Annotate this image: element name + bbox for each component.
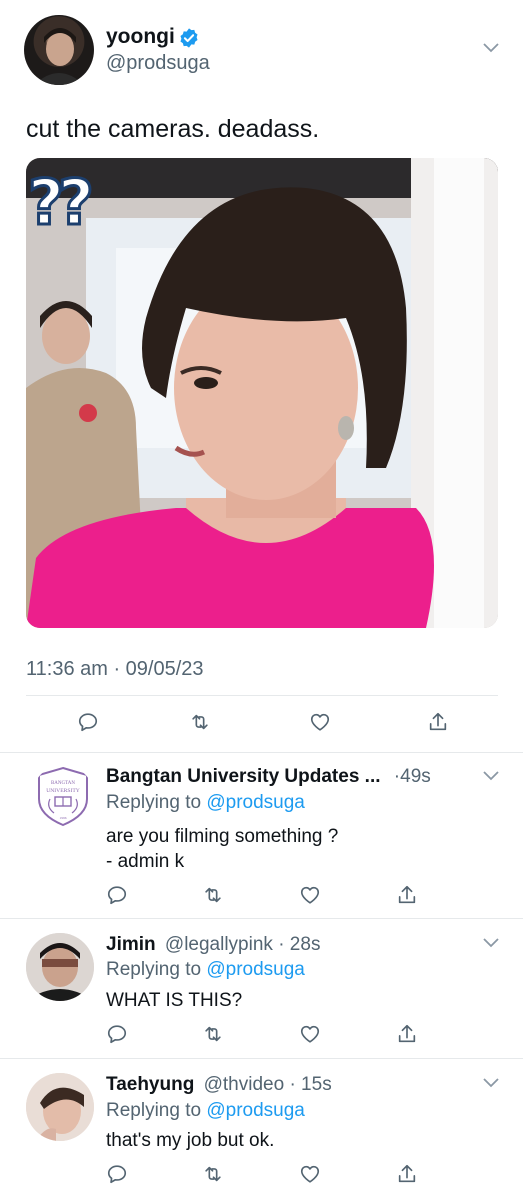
- reply-button[interactable]: [106, 884, 128, 906]
- share-button[interactable]: [396, 884, 418, 906]
- like-button[interactable]: [299, 884, 321, 906]
- author-handle[interactable]: @prodsuga: [106, 51, 210, 75]
- like-icon: [300, 1165, 320, 1183]
- share-icon: [398, 1024, 416, 1043]
- reply-author-name[interactable]: Taehyung: [106, 1074, 194, 1095]
- retweet-button[interactable]: [202, 1023, 224, 1045]
- verified-badge-icon: [180, 28, 198, 48]
- replying-to-label: Replying to: [106, 1100, 202, 1121]
- image-overlay-question-marks: ??: [27, 166, 96, 239]
- university-seal-logo: BANGTAN UNIVERSITY 1996: [38, 766, 88, 827]
- divider: [0, 1058, 523, 1059]
- replying-to-label: Replying to: [106, 959, 202, 980]
- share-button[interactable]: [396, 1163, 418, 1185]
- retweet-button[interactable]: [202, 884, 224, 906]
- reply-button[interactable]: [106, 1023, 128, 1045]
- reply-icon: [78, 713, 98, 732]
- replying-to-line: Replying to @prodsuga: [106, 791, 305, 814]
- reply-author-handle[interactable]: @legallypink: [165, 934, 273, 955]
- reply-time[interactable]: · 15s: [289, 1074, 331, 1095]
- like-button[interactable]: [299, 1163, 321, 1185]
- share-icon: [429, 712, 447, 731]
- retweet-icon: [205, 1166, 221, 1182]
- reply-avatar-photo: [26, 933, 94, 1001]
- like-icon: [300, 1025, 320, 1043]
- chevron-down-icon[interactable]: [483, 43, 499, 53]
- author-avatar[interactable]: [24, 15, 94, 85]
- tweet-text: cut the cameras. deadass.: [26, 115, 320, 143]
- retweet-button[interactable]: [202, 1163, 224, 1185]
- reply-time[interactable]: · 28s: [278, 934, 320, 955]
- author-avatar-photo: [34, 28, 84, 85]
- replying-to-line: Replying to @prodsuga: [106, 958, 305, 981]
- tweet-image[interactable]: ??: [26, 158, 498, 628]
- reply-text-line: WHAT IS THIS?: [106, 990, 243, 1011]
- like-button[interactable]: [299, 1023, 321, 1045]
- like-button[interactable]: [309, 711, 331, 733]
- reply-button[interactable]: [77, 711, 99, 733]
- replying-to-handle[interactable]: @prodsuga: [206, 1100, 305, 1121]
- reply-header: Bangtan University Updates ... ·49s: [106, 765, 431, 788]
- chevron-down-icon[interactable]: [483, 1078, 499, 1088]
- reply-avatar-bangtan-university[interactable]: BANGTAN UNIVERSITY 1996: [32, 765, 94, 827]
- reply-avatar-jimin[interactable]: [26, 933, 94, 1001]
- share-icon: [398, 1164, 416, 1183]
- reply-text-line: that's my job but ok.: [106, 1130, 275, 1151]
- replying-to-handle[interactable]: @prodsuga: [206, 959, 305, 980]
- chevron-down-icon[interactable]: [483, 938, 499, 948]
- divider: [26, 695, 498, 696]
- tweet-image-photo: [26, 158, 498, 628]
- svg-text:UNIVERSITY: UNIVERSITY: [46, 788, 80, 794]
- reply-author-name[interactable]: Bangtan University Updates ...: [106, 766, 381, 787]
- replying-to-line: Replying to @prodsuga: [106, 1099, 305, 1122]
- reply-button[interactable]: [106, 1163, 128, 1185]
- reply-author-name[interactable]: Jimin: [106, 934, 156, 955]
- reply-header: Taehyung @thvideo · 15s: [106, 1073, 332, 1096]
- reply-header: Jimin @legallypink · 28s: [106, 933, 320, 956]
- author-name[interactable]: yoongi: [106, 24, 175, 49]
- share-button[interactable]: [396, 1023, 418, 1045]
- share-icon: [398, 885, 416, 904]
- chevron-down-icon[interactable]: [483, 771, 499, 781]
- share-button[interactable]: [427, 711, 449, 733]
- svg-text:BANGTAN: BANGTAN: [51, 781, 75, 786]
- reply-icon: [107, 1025, 127, 1044]
- reply-avatar-taehyung[interactable]: [26, 1073, 94, 1141]
- like-icon: [310, 713, 330, 731]
- divider: [0, 918, 523, 919]
- reply-author-handle[interactable]: @thvideo: [204, 1074, 285, 1095]
- reply-avatar-photo: [26, 1073, 94, 1141]
- like-icon: [300, 886, 320, 904]
- retweet-button[interactable]: [189, 711, 211, 733]
- reply-text-line: are you filming something ?: [106, 826, 339, 847]
- replying-to-handle[interactable]: @prodsuga: [206, 792, 305, 813]
- svg-text:1996: 1996: [60, 816, 67, 820]
- retweet-icon: [205, 1026, 221, 1042]
- retweet-icon: [205, 887, 221, 903]
- reply-time[interactable]: ·49s: [394, 766, 431, 787]
- reply-icon: [107, 886, 127, 905]
- reply-icon: [107, 1165, 127, 1184]
- retweet-icon: [192, 714, 208, 730]
- divider: [0, 752, 523, 753]
- replying-to-label: Replying to: [106, 792, 202, 813]
- reply-text-line: - admin k: [106, 851, 185, 872]
- tweet-timestamp[interactable]: 11:36 am · 09/05/23: [26, 657, 204, 681]
